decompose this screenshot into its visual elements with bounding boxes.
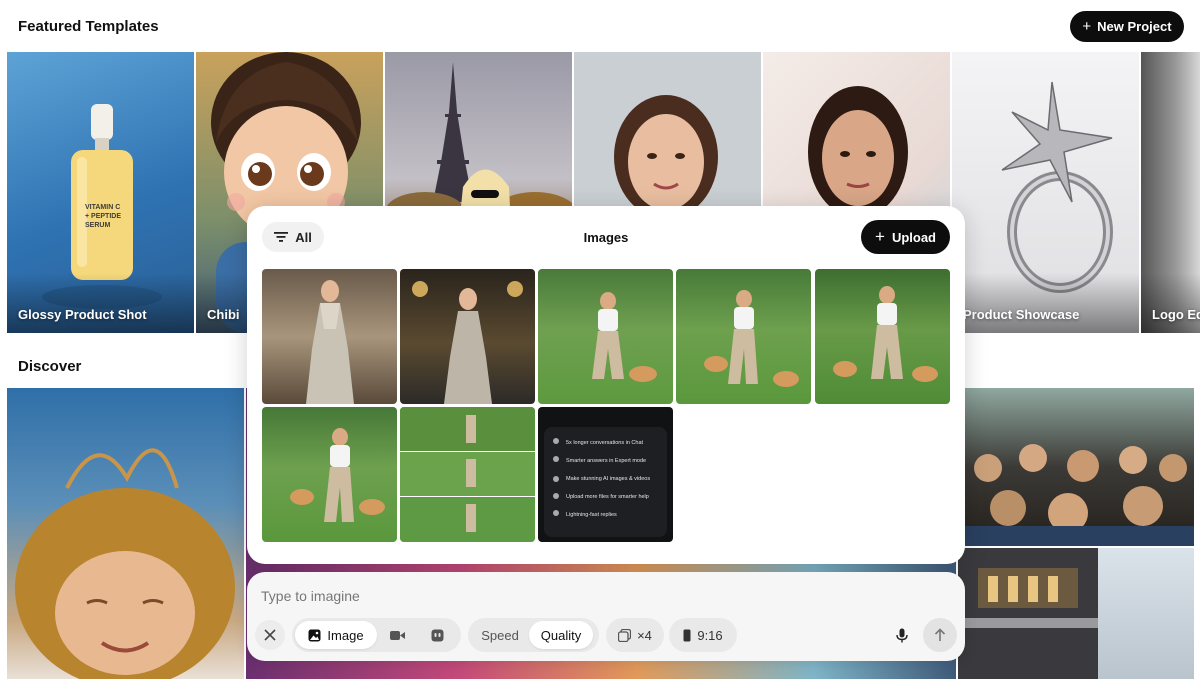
image-icon bbox=[308, 629, 321, 641]
prompt-input[interactable] bbox=[261, 586, 861, 606]
discover-tile-building[interactable] bbox=[958, 548, 1194, 679]
image-thumbnail[interactable] bbox=[676, 269, 811, 404]
woman-dog-park-image bbox=[833, 286, 938, 382]
discover-tile-audience[interactable] bbox=[958, 388, 1194, 546]
video-camera-icon bbox=[389, 630, 405, 640]
woman-dog-park-image bbox=[290, 428, 385, 522]
count-selector[interactable]: ×4 bbox=[606, 618, 664, 652]
promo-item: Make stunning AI images & videos bbox=[566, 476, 650, 482]
upload-label: Upload bbox=[891, 229, 936, 245]
featured-templates-title: Featured Templates bbox=[18, 18, 159, 35]
template-tile-product-showcase[interactable]: Product Showcase bbox=[952, 52, 1139, 333]
image-thumbnail[interactable] bbox=[538, 269, 673, 404]
image-thumbnail[interactable] bbox=[262, 407, 397, 542]
image-thumbnail[interactable] bbox=[400, 407, 535, 542]
speed-quality-toggle: Speed Quality bbox=[468, 618, 599, 652]
images-panel: All Images + Upload 5x longer conversati… bbox=[247, 206, 965, 564]
image-thumbnail-promo[interactable]: 5x longer conversations in Chat Smarter … bbox=[538, 407, 673, 542]
promo-item: Lightning-fast replies bbox=[566, 512, 617, 518]
plus-icon: + bbox=[1082, 18, 1092, 35]
microphone-button[interactable] bbox=[887, 620, 917, 650]
curly-hair-portrait-image bbox=[15, 448, 235, 679]
tile-caption: Glossy Product Shot bbox=[18, 307, 147, 322]
discover-tile-curly-hair[interactable] bbox=[7, 388, 244, 679]
plus-icon: + bbox=[875, 227, 885, 246]
ratio-label: 9:16 bbox=[697, 627, 723, 643]
aspect-ratio-button[interactable]: 9:16 bbox=[672, 621, 734, 649]
promo-screenshot-image: 5x longer conversations in Chat Smarter … bbox=[544, 427, 667, 537]
count-button[interactable]: ×4 bbox=[609, 621, 661, 649]
multiple-images-icon bbox=[618, 628, 632, 642]
quality-button[interactable]: Quality bbox=[529, 621, 593, 649]
aspect-ratio-selector[interactable]: 9:16 bbox=[669, 618, 737, 652]
avatar-icon bbox=[431, 629, 443, 641]
promo-item: Smarter answers in Expert mode bbox=[566, 458, 646, 464]
video-frames-image bbox=[400, 407, 535, 542]
arrow-up-icon bbox=[934, 628, 946, 641]
quality-label: Quality bbox=[540, 627, 582, 643]
close-icon bbox=[264, 629, 276, 641]
image-thumbnail[interactable] bbox=[400, 269, 535, 404]
tile-shade bbox=[7, 273, 194, 333]
mode-image-button[interactable]: Image bbox=[295, 621, 377, 649]
template-tile-glossy-product-shot[interactable]: VITAMIN C + PEPTIDE SERUM Glossy Product… bbox=[7, 52, 194, 333]
gown-image bbox=[306, 280, 354, 404]
image-thumbnail[interactable] bbox=[815, 269, 950, 404]
new-project-label: New Project bbox=[1097, 19, 1172, 34]
mode-selector: Image bbox=[292, 618, 461, 652]
portrait-ratio-icon bbox=[683, 629, 691, 641]
promo-item: 5x longer conversations in Chat bbox=[566, 440, 644, 446]
mode-video-button[interactable] bbox=[377, 621, 417, 649]
serum-label-3: SERUM bbox=[85, 222, 110, 229]
image-thumbnail[interactable] bbox=[262, 269, 397, 404]
gown-image bbox=[412, 281, 523, 404]
submit-button[interactable] bbox=[923, 618, 957, 652]
woman-dog-park-image bbox=[592, 292, 657, 382]
building-image bbox=[958, 548, 1098, 679]
mode-image-label: Image bbox=[327, 627, 364, 643]
tile-shade bbox=[1141, 273, 1200, 333]
audience-image bbox=[958, 444, 1194, 546]
panel-title: Images bbox=[583, 230, 629, 245]
tile-caption: Product Showcase bbox=[963, 307, 1080, 322]
tile-caption: Logo Ed bbox=[1152, 307, 1200, 322]
serum-label-2: + PEPTIDE bbox=[85, 213, 121, 220]
discover-title: Discover bbox=[18, 358, 82, 375]
upload-button[interactable]: + Upload bbox=[861, 220, 950, 254]
promo-item: Upload more files for smarter help bbox=[566, 494, 649, 500]
count-label: ×4 bbox=[637, 627, 652, 643]
new-project-button[interactable]: + New Project bbox=[1070, 11, 1184, 42]
template-tile-logo-edit[interactable]: Logo Ed bbox=[1141, 52, 1200, 333]
speed-label: Speed bbox=[481, 627, 519, 643]
tile-shade bbox=[952, 273, 1139, 333]
speed-button[interactable]: Speed bbox=[471, 621, 529, 649]
microphone-icon bbox=[896, 628, 908, 642]
mode-avatar-button[interactable] bbox=[417, 621, 457, 649]
close-button[interactable] bbox=[255, 620, 285, 650]
serum-label-1: VITAMIN C bbox=[85, 204, 120, 211]
prompt-bar: Image Speed Quality bbox=[247, 572, 965, 661]
tile-caption: Chibi bbox=[207, 307, 240, 322]
woman-dog-park-image bbox=[704, 290, 799, 387]
